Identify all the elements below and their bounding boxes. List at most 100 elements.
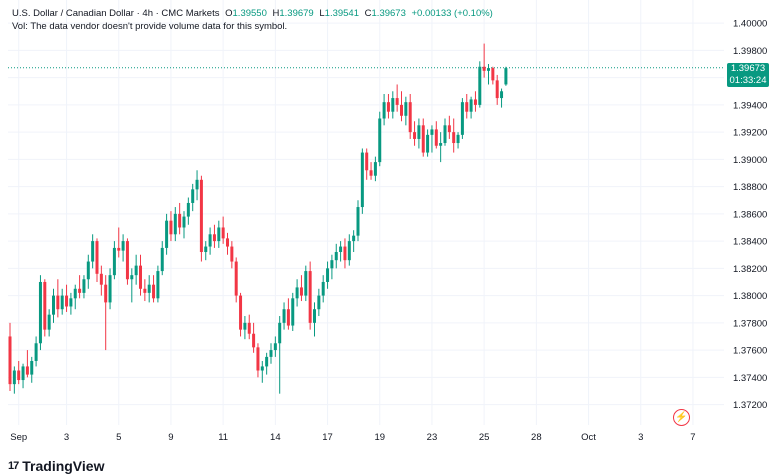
candle <box>82 275 86 299</box>
chart-legend: U.S. Dollar / Canadian Dollar · 4h · CMC… <box>12 7 493 33</box>
candle-body <box>369 170 373 176</box>
candle-body <box>299 287 303 296</box>
candle <box>56 279 60 318</box>
candle-body <box>317 295 321 310</box>
candle-body <box>313 309 316 323</box>
candle-body <box>60 295 64 310</box>
candles <box>8 43 508 394</box>
y-tick-label: 1.39400 <box>733 100 767 111</box>
candle <box>369 162 373 180</box>
candle-body <box>400 104 403 116</box>
candle-body <box>121 241 125 251</box>
candle-body <box>391 98 395 112</box>
candle-body <box>265 356 269 367</box>
candle-body <box>73 288 77 299</box>
candle-body <box>169 220 173 235</box>
candle-body <box>365 152 369 171</box>
candle-body <box>208 234 212 247</box>
legend-symbol: U.S. Dollar / Canadian Dollar · 4h · CMC… <box>12 8 220 19</box>
candle <box>243 316 247 340</box>
candle <box>291 292 295 332</box>
x-tick-label: Oct <box>581 432 596 443</box>
x-tick-label: 25 <box>479 432 490 443</box>
candle-body <box>382 102 386 119</box>
candle-body <box>99 273 103 285</box>
candle-body <box>434 129 438 146</box>
candle-body <box>173 213 177 235</box>
candle-body <box>226 238 229 247</box>
x-tick-label: 28 <box>531 432 542 443</box>
candle <box>186 197 190 225</box>
candle-body <box>82 279 86 293</box>
x-tick-label: 3 <box>638 432 643 443</box>
candle-body <box>204 246 208 253</box>
y-tick-label: 1.40000 <box>733 19 767 30</box>
candle-body <box>360 152 364 208</box>
candle-body <box>408 102 412 133</box>
candle <box>160 241 164 276</box>
candle <box>395 84 399 112</box>
candle-body <box>500 91 504 99</box>
candle <box>447 115 451 139</box>
candle <box>326 261 330 289</box>
candle-body <box>156 271 160 299</box>
candle-body <box>47 314 51 330</box>
lightning-icon[interactable]: ⚡ <box>673 409 690 426</box>
candle <box>208 227 212 255</box>
candle <box>25 350 29 378</box>
legend-open-value: 1.39550 <box>232 8 267 19</box>
candle-body <box>239 295 243 330</box>
candle <box>99 265 103 296</box>
candle-body <box>473 99 477 105</box>
time-axis: Sep 3 5 9 11 14 17 19 23 25 28 Oct 3 7 <box>10 432 695 443</box>
candle <box>295 279 299 307</box>
candle <box>413 121 417 146</box>
candle <box>382 93 386 126</box>
y-tick-label: 1.37200 <box>733 400 767 411</box>
x-tick-label: 7 <box>690 432 695 443</box>
x-tick-label: Sep <box>10 432 27 443</box>
candle-body <box>273 343 277 351</box>
candle <box>313 302 316 337</box>
candle <box>247 314 251 340</box>
candle-body <box>356 207 360 236</box>
candle-body <box>352 235 356 242</box>
candle <box>430 125 434 153</box>
y-tick-label: 1.38400 <box>733 237 767 248</box>
candle <box>8 322 12 391</box>
candle <box>252 322 256 353</box>
candle <box>404 96 408 126</box>
y-tick-label: 1.37800 <box>733 318 767 329</box>
candle-body <box>347 241 351 261</box>
candle <box>239 292 243 337</box>
candle-body <box>260 366 264 371</box>
candle-body <box>160 247 164 272</box>
candle-body <box>452 132 456 144</box>
candle <box>182 211 186 239</box>
candle-body <box>104 284 108 303</box>
candle <box>352 230 356 253</box>
candlestick-chart: 1.37200 1.37400 1.37600 1.37800 1.38000 1.382… <box>8 0 767 443</box>
candle-body <box>34 343 38 361</box>
candle-body <box>247 322 251 334</box>
candle <box>226 232 229 255</box>
candle-body <box>147 284 151 293</box>
candle <box>217 220 221 248</box>
candle <box>134 254 138 285</box>
candle <box>434 121 438 149</box>
candle-body <box>195 179 199 190</box>
candle-body <box>413 132 417 139</box>
candle-body <box>304 271 308 296</box>
candle-body <box>269 350 273 357</box>
candle-body <box>339 246 343 253</box>
candle <box>473 91 477 112</box>
candle <box>373 156 377 182</box>
candle-body <box>465 102 469 112</box>
candle <box>178 202 182 235</box>
candle-body <box>378 118 382 163</box>
candle-body <box>243 322 247 330</box>
candle-body <box>112 247 116 276</box>
candle-body <box>443 125 447 144</box>
candle <box>487 64 490 85</box>
candle <box>121 234 125 262</box>
